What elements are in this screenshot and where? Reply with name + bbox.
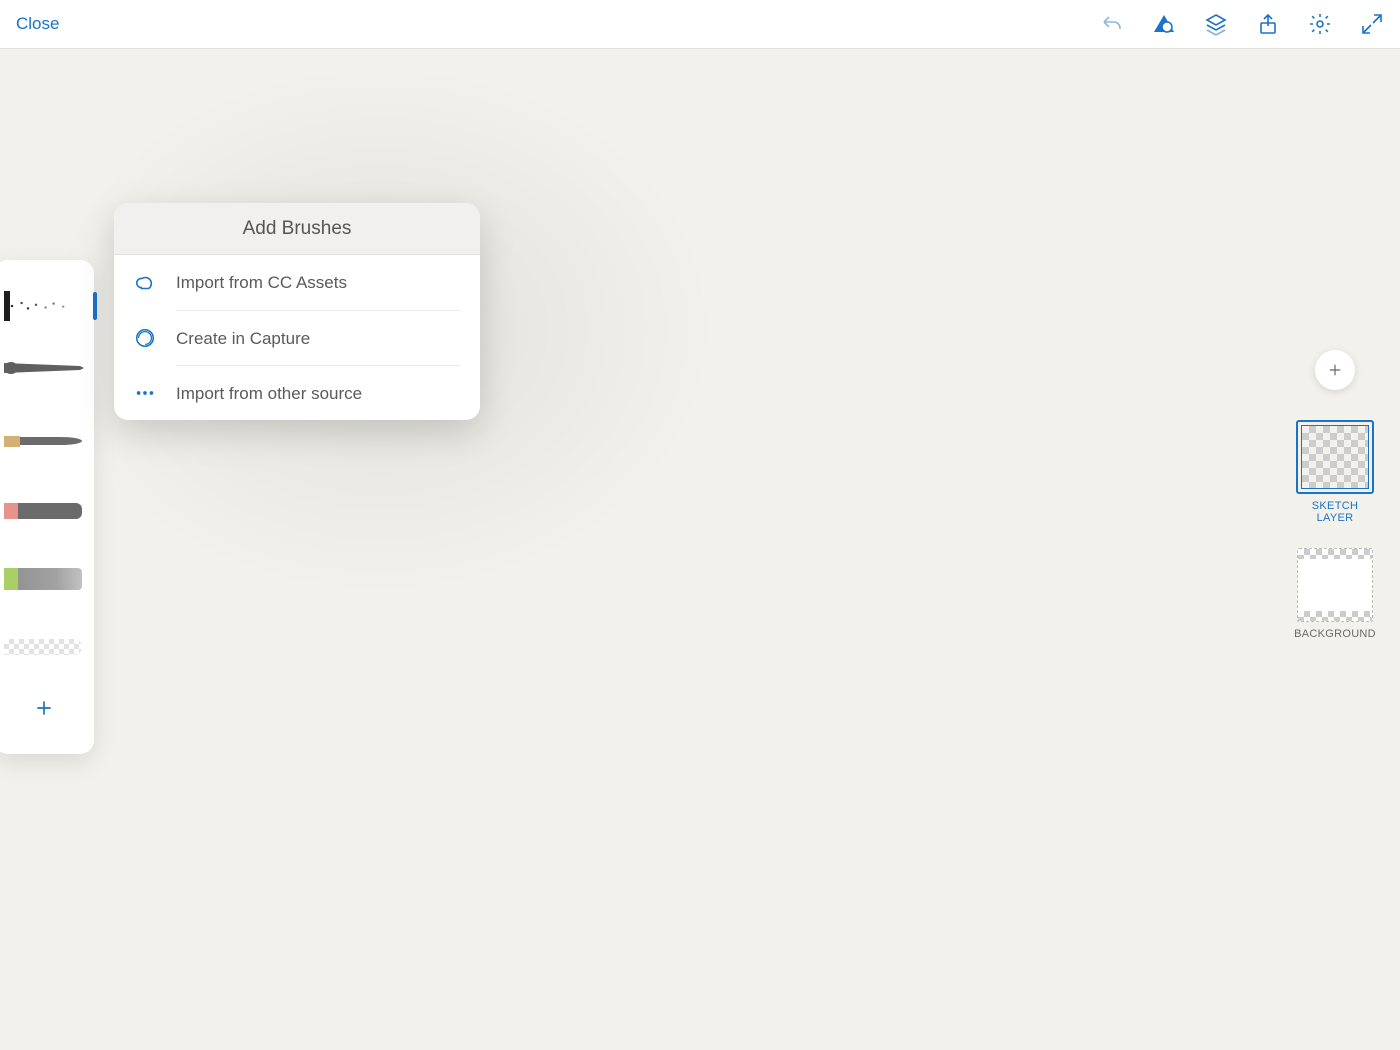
brush-ink[interactable] (0, 340, 94, 408)
share-icon[interactable] (1256, 12, 1280, 36)
brush-pencil[interactable] (0, 408, 94, 476)
create-in-capture-item[interactable]: Create in Capture (114, 310, 480, 365)
brush-eraser[interactable] (0, 612, 94, 680)
layers-panel: SKETCH LAYER BACKGROUND (1294, 350, 1376, 664)
shape-tool-icon[interactable] (1152, 12, 1176, 36)
more-dots-icon (132, 380, 158, 406)
brush-spray-preview (4, 291, 84, 321)
add-layer-button[interactable] (1315, 350, 1355, 390)
add-brush-button[interactable] (0, 680, 94, 736)
brush-pencil-preview (4, 427, 84, 457)
brush-ink-preview (4, 359, 84, 389)
plus-icon (34, 698, 54, 718)
layers-icon[interactable] (1204, 12, 1228, 36)
background-layer-label: BACKGROUND (1294, 628, 1376, 640)
layer-thumb-preview (1301, 425, 1369, 489)
top-toolbar: Close (0, 0, 1400, 49)
brush-active-indicator (93, 292, 97, 320)
import-other-source-item[interactable]: Import from other source (114, 365, 480, 420)
settings-icon[interactable] (1308, 12, 1332, 36)
brush-spray[interactable] (0, 272, 94, 340)
brush-watercolor[interactable] (0, 544, 94, 612)
sketch-layer-label: SKETCH LAYER (1294, 500, 1376, 524)
popover-item-label: Import from CC Assets (176, 255, 460, 310)
popover-title: Add Brushes (114, 203, 480, 255)
background-layer-thumb[interactable] (1297, 548, 1373, 622)
sketch-layer-thumb[interactable] (1296, 420, 1374, 494)
add-brushes-popover: Add Brushes Import from CC Assets Create… (114, 203, 480, 420)
canvas-area[interactable] (0, 49, 1400, 1050)
creative-cloud-icon (132, 270, 158, 296)
fullscreen-icon[interactable] (1360, 12, 1384, 36)
brush-watercolor-preview (4, 563, 84, 593)
import-cc-assets-item[interactable]: Import from CC Assets (114, 255, 480, 310)
brush-eraser-preview (4, 631, 84, 661)
close-button[interactable]: Close (16, 14, 59, 34)
capture-icon (132, 325, 158, 351)
plus-icon (1326, 361, 1344, 379)
undo-icon[interactable] (1100, 12, 1124, 36)
popover-item-label: Import from other source (176, 365, 460, 420)
brush-marker-preview (4, 495, 84, 525)
brush-marker[interactable] (0, 476, 94, 544)
toolbar-actions (1100, 12, 1384, 36)
brush-panel (0, 260, 94, 754)
popover-item-label: Create in Capture (176, 310, 460, 365)
